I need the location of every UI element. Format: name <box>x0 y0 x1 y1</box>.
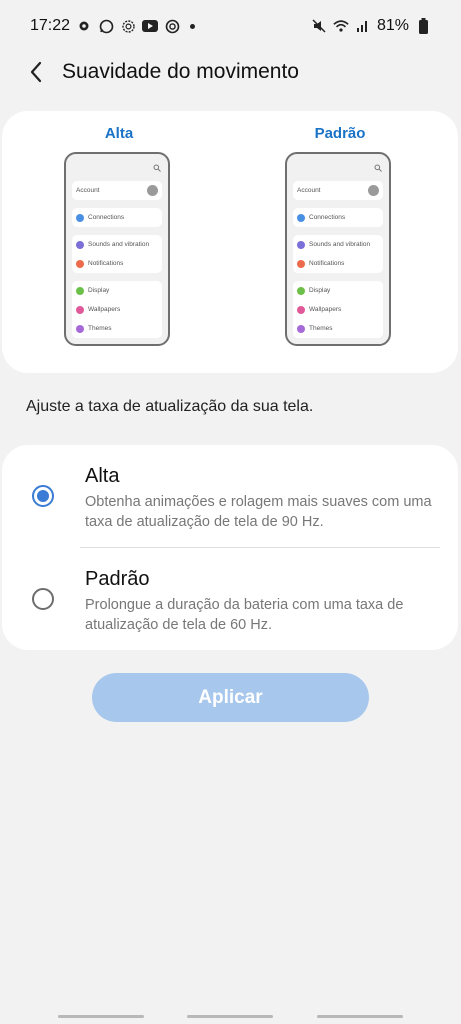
notification-icon <box>76 259 84 268</box>
radio-button-selected[interactable] <box>32 485 54 507</box>
phone-mockup: Account Connections Sounds and vibration… <box>285 152 391 346</box>
back-button[interactable] <box>16 52 56 92</box>
youtube-icon <box>142 18 159 34</box>
app-icon <box>164 18 180 34</box>
preview-high: Alta Account Connections Sounds and vibr… <box>64 125 174 346</box>
chevron-left-icon <box>30 61 42 83</box>
avatar-icon <box>147 185 158 196</box>
apply-button[interactable]: Aplicar <box>92 673 369 722</box>
section-subtitle: Ajuste a taxa de atualização da sua tela… <box>26 398 314 415</box>
status-left: 17:22 <box>30 17 196 35</box>
navigation-bar <box>0 1004 461 1024</box>
preview-label-standard: Padrão <box>314 125 366 142</box>
wifi-icon <box>297 213 305 222</box>
sun-icon <box>120 18 136 34</box>
status-right: 81% <box>311 17 431 35</box>
nav-home-button[interactable] <box>187 1015 273 1018</box>
refresh-rate-options: Alta Obtenha animações e rolagem mais su… <box>2 445 458 650</box>
radio-button-unselected[interactable] <box>32 588 54 610</box>
theme-icon <box>297 324 305 333</box>
avatar-icon <box>368 185 379 196</box>
preview-card: Alta Account Connections Sounds and vibr… <box>2 111 458 373</box>
status-bar: 17:22 81% <box>0 0 461 52</box>
account-group: Account <box>72 181 162 200</box>
display-icon <box>297 286 305 295</box>
option-title: Padrão <box>85 568 150 590</box>
settings-gear-icon <box>76 18 92 34</box>
preview-standard: Padrão Account Connections Sounds and vi… <box>285 125 395 346</box>
notification-icon <box>297 259 305 268</box>
option-standard[interactable]: Padrão Prolongue a duração da bateria co… <box>2 548 458 650</box>
preview-label-high: Alta <box>104 125 134 142</box>
signal-icon <box>355 18 371 34</box>
page-title: Suavidade do movimento <box>62 60 299 83</box>
battery-percent: 81% <box>376 17 409 34</box>
display-icon <box>76 286 84 295</box>
wifi-icon <box>76 213 84 222</box>
nav-recents-button[interactable] <box>58 1015 144 1018</box>
wallpaper-icon <box>297 305 305 314</box>
display-group: Display Wallpapers Themes <box>72 281 162 338</box>
option-description: Prolongue a duração da bateria com uma t… <box>85 597 404 633</box>
sound-group: Sounds and vibration Notifications <box>72 235 162 273</box>
search-icon <box>153 164 161 172</box>
battery-icon <box>415 18 431 34</box>
wifi-icon <box>333 18 349 34</box>
sound-icon <box>297 240 305 249</box>
display-group: Display Wallpapers Themes <box>293 281 383 338</box>
app-header: Suavidade do movimento <box>0 48 461 96</box>
notification-dot-icon <box>190 23 196 29</box>
option-title: Alta <box>85 465 120 487</box>
wallpaper-icon <box>76 305 84 314</box>
account-group: Account <box>293 181 383 200</box>
connections-group: Connections <box>293 208 383 227</box>
sound-group: Sounds and vibration Notifications <box>293 235 383 273</box>
sound-icon <box>76 240 84 249</box>
connections-group: Connections <box>72 208 162 227</box>
clock: 17:22 <box>30 17 71 34</box>
nav-back-button[interactable] <box>317 1015 403 1018</box>
mute-icon <box>311 18 327 34</box>
whatsapp-icon <box>98 18 114 34</box>
option-high[interactable]: Alta Obtenha animações e rolagem mais su… <box>2 445 458 547</box>
search-icon <box>374 164 382 172</box>
option-description: Obtenha animações e rolagem mais suaves … <box>85 494 432 530</box>
phone-mockup: Account Connections Sounds and vibration… <box>64 152 170 346</box>
theme-icon <box>76 324 84 333</box>
